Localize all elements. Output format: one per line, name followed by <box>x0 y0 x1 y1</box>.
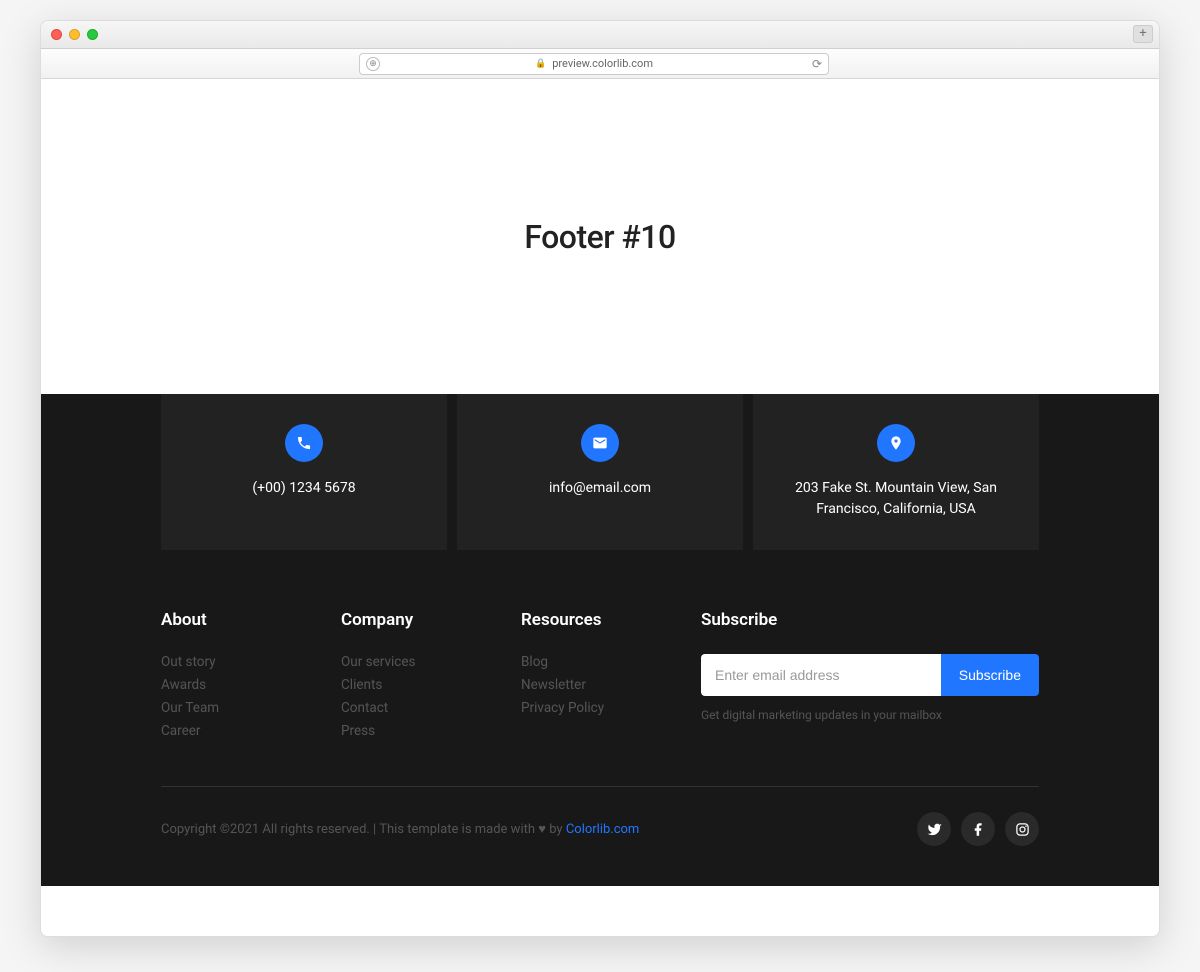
email-icon <box>581 424 619 462</box>
email-text: info@email.com <box>549 478 651 499</box>
browser-toolbar: ⊕ 🔒 preview.colorlib.com ⟳ <box>41 49 1159 79</box>
footer-link[interactable]: Career <box>161 723 321 739</box>
below-footer-space <box>41 886 1159 936</box>
col-company: Company Our services Clients Contact Pre… <box>341 610 501 746</box>
contact-card-phone: (+00) 1234 5678 <box>161 394 447 550</box>
url-text: preview.colorlib.com <box>552 57 653 70</box>
heart-icon: ♥ <box>538 822 546 837</box>
footer-link[interactable]: Clients <box>341 677 501 693</box>
col-resources: Resources Blog Newsletter Privacy Policy <box>521 610 681 746</box>
footer-link[interactable]: Awards <box>161 677 321 693</box>
address-text: 203 Fake St. Mountain View, San Francisc… <box>773 478 1019 520</box>
hero-section: Footer #10 <box>41 79 1159 394</box>
lock-icon: 🔒 <box>535 59 546 69</box>
window-minimize-button[interactable] <box>69 29 80 40</box>
window-maximize-button[interactable] <box>87 29 98 40</box>
colorlib-link[interactable]: Colorlib.com <box>566 822 640 837</box>
footer-link[interactable]: Blog <box>521 654 681 670</box>
col-heading: Company <box>341 610 501 630</box>
page-title: Footer #10 <box>524 218 675 256</box>
facebook-icon[interactable] <box>961 812 995 846</box>
contact-row: (+00) 1234 5678 info@email.com 203 Fake … <box>41 394 1159 550</box>
footer: (+00) 1234 5678 info@email.com 203 Fake … <box>41 394 1159 886</box>
footer-link[interactable]: Our services <box>341 654 501 670</box>
address-bar[interactable]: ⊕ 🔒 preview.colorlib.com ⟳ <box>359 53 829 75</box>
col-about: About Out story Awards Our Team Career <box>161 610 321 746</box>
instagram-icon[interactable] <box>1005 812 1039 846</box>
email-input[interactable] <box>701 654 941 696</box>
twitter-icon[interactable] <box>917 812 951 846</box>
window-titlebar: + <box>41 21 1159 49</box>
links-row: About Out story Awards Our Team Career C… <box>41 550 1159 786</box>
col-heading: Subscribe <box>701 610 1039 630</box>
contact-card-address: 203 Fake St. Mountain View, San Francisc… <box>753 394 1039 550</box>
subscribe-form: Subscribe <box>701 654 1039 696</box>
footer-link[interactable]: Out story <box>161 654 321 670</box>
reader-icon[interactable]: ⊕ <box>366 57 380 71</box>
traffic-lights <box>51 29 98 40</box>
phone-icon <box>285 424 323 462</box>
subscribe-note: Get digital marketing updates in your ma… <box>701 708 1039 722</box>
location-icon <box>877 424 915 462</box>
window-close-button[interactable] <box>51 29 62 40</box>
col-subscribe: Subscribe Subscribe Get digital marketin… <box>701 610 1039 746</box>
footer-link[interactable]: Contact <box>341 700 501 716</box>
new-tab-button[interactable]: + <box>1133 25 1153 43</box>
footer-link[interactable]: Our Team <box>161 700 321 716</box>
copyright-text: Copyright ©2021 All rights reserved. | T… <box>161 821 639 837</box>
footer-link[interactable]: Privacy Policy <box>521 700 681 716</box>
footer-link[interactable]: Press <box>341 723 501 739</box>
social-row <box>917 812 1039 846</box>
reload-icon[interactable]: ⟳ <box>812 57 822 71</box>
footer-link[interactable]: Newsletter <box>521 677 681 693</box>
contact-card-email: info@email.com <box>457 394 743 550</box>
page-viewport: Footer #10 (+00) 1234 5678 info@email.co… <box>41 79 1159 936</box>
browser-window: + ⊕ 🔒 preview.colorlib.com ⟳ Footer #10 … <box>40 20 1160 937</box>
col-heading: About <box>161 610 321 630</box>
subscribe-button[interactable]: Subscribe <box>941 654 1039 696</box>
bottom-row: Copyright ©2021 All rights reserved. | T… <box>161 786 1039 846</box>
phone-text: (+00) 1234 5678 <box>252 478 355 499</box>
col-heading: Resources <box>521 610 681 630</box>
